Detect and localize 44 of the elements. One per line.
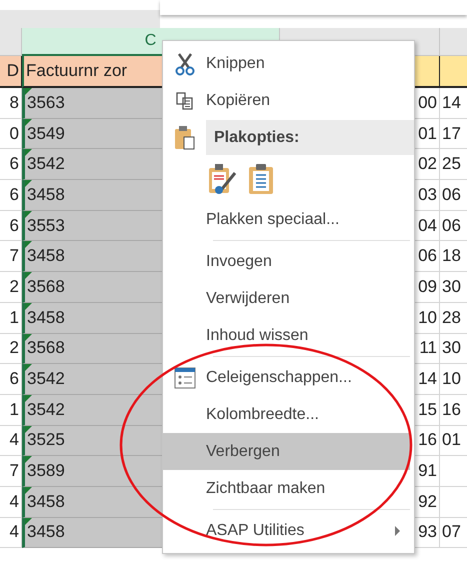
table-cell: 2 — [0, 272, 22, 303]
format-cells-icon — [174, 366, 196, 388]
table-cell: 17 — [440, 118, 467, 150]
table-cell: 6 — [0, 210, 22, 242]
error-indicator-icon — [25, 426, 32, 433]
menu-item[interactable]: Verbergen — [163, 433, 410, 470]
table-cell: 4 — [0, 518, 22, 548]
submenu-arrow-icon — [395, 526, 400, 536]
table-cell: 1 — [0, 302, 22, 334]
error-indicator-icon — [25, 364, 32, 372]
table-cell: 6 — [0, 364, 22, 395]
paste-icon — [174, 124, 196, 150]
error-indicator-icon — [25, 486, 32, 494]
error-indicator-icon — [25, 334, 32, 340]
error-indicator-icon — [25, 272, 32, 280]
table-cell: 6 — [0, 180, 22, 211]
error-indicator-icon — [25, 394, 32, 402]
menu-section-header: Plakopties: — [206, 120, 414, 155]
table-cell: 01 — [440, 426, 467, 456]
table-cell: 8 — [0, 88, 22, 119]
paste-formatting-icon[interactable] — [208, 162, 238, 194]
error-indicator-icon — [25, 88, 32, 95]
table-cell: 0 — [0, 118, 22, 150]
table-cell: 4 — [0, 426, 22, 456]
table-cell: 1 — [0, 394, 22, 426]
error-indicator-icon — [25, 241, 32, 248]
copy-icon — [174, 90, 194, 110]
table-cell: 30 — [440, 334, 467, 364]
error-indicator-icon — [25, 302, 32, 310]
table-cell: 07 — [440, 518, 467, 548]
table-cell: 4 — [0, 486, 22, 518]
error-indicator-icon — [25, 118, 32, 126]
error-indicator-icon — [25, 149, 32, 156]
scissors-icon — [174, 52, 196, 76]
table-cell: 7 — [0, 241, 22, 272]
paste-icon[interactable] — [248, 162, 274, 194]
table-cell: 2 — [0, 334, 22, 364]
table-cell: 7 — [0, 456, 22, 487]
error-indicator-icon — [25, 180, 32, 188]
table-cell: 6 — [0, 149, 22, 180]
error-indicator-icon — [25, 210, 32, 218]
header-cell: D — [0, 56, 22, 88]
error-indicator-icon — [25, 456, 32, 464]
error-indicator-icon — [25, 518, 32, 525]
